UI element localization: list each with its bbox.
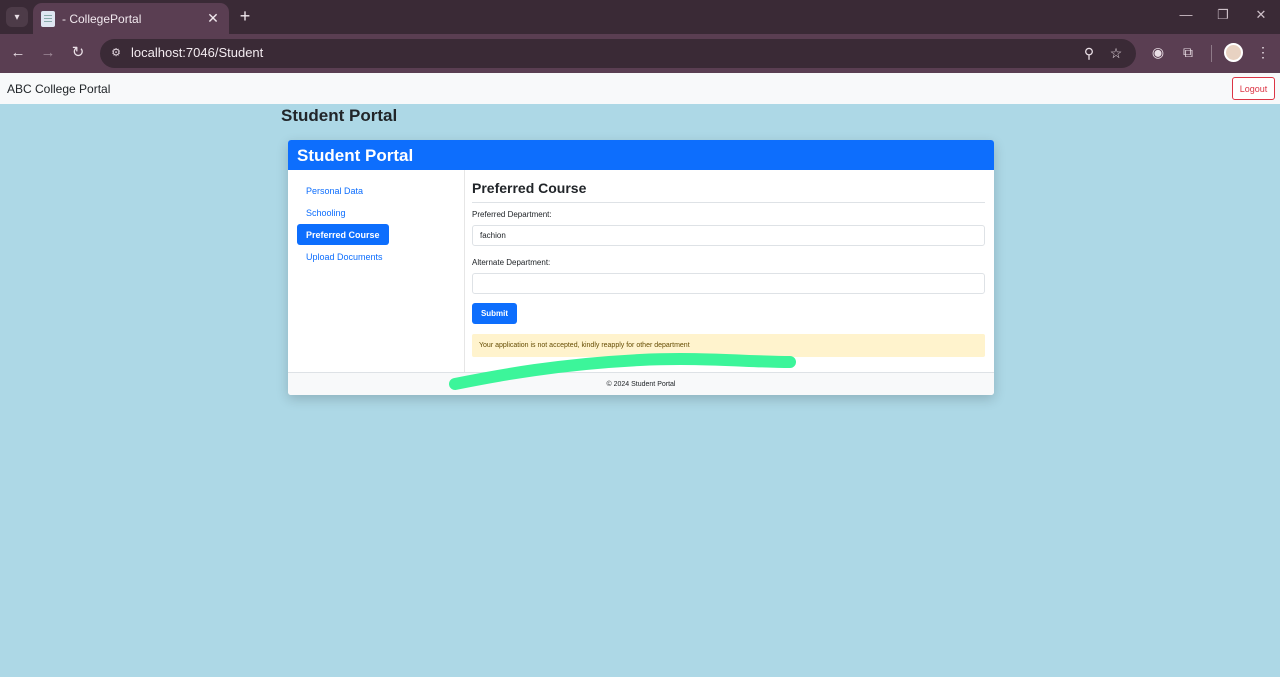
brand-link[interactable]: ABC College Portal: [7, 82, 110, 96]
browser-tab-bar: ▾ - CollegePortal ✕ + — ❐ ✕: [0, 0, 1280, 34]
tab-title: - CollegePortal: [62, 11, 142, 26]
extension-icon[interactable]: ◉: [1148, 44, 1168, 61]
site-info-icon[interactable]: ⚙: [109, 46, 123, 60]
preferred-department-input[interactable]: fachion: [472, 225, 985, 246]
toolbar-divider: [1211, 45, 1212, 62]
warning-alert: Your application is not accepted, kindly…: [472, 334, 985, 357]
alternate-department-input[interactable]: [472, 273, 985, 294]
forward-icon[interactable]: →: [38, 43, 58, 63]
browser-tab[interactable]: - CollegePortal ✕: [33, 3, 229, 34]
minimize-icon[interactable]: —: [1177, 7, 1195, 22]
section-divider: [472, 202, 985, 203]
submit-button[interactable]: Submit: [472, 303, 517, 324]
avatar[interactable]: [1224, 43, 1243, 62]
url-text[interactable]: localhost:7046/Student: [131, 45, 263, 60]
plus-icon[interactable]: +: [235, 6, 255, 27]
card-header: Student Portal: [288, 140, 994, 170]
back-icon[interactable]: ←: [8, 43, 28, 63]
zoom-icon[interactable]: ⚲: [1080, 45, 1098, 62]
browser-toolbar: ← → ↻ ⚙ localhost:7046/Student ⚲ ☆ ◉ ⧉ ⋮: [0, 34, 1280, 73]
section-title: Preferred Course: [472, 180, 587, 196]
course-form: Preferred Course Preferred Department: f…: [472, 170, 985, 372]
app-navbar: ABC College Portal Logout: [0, 73, 1280, 104]
sidebar-item-preferred-course[interactable]: Preferred Course: [297, 224, 389, 245]
puzzle-icon[interactable]: ⧉: [1178, 44, 1198, 61]
portal-card: Student Portal Personal Data Schooling P…: [288, 140, 994, 395]
tab-list-icon[interactable]: ▾: [6, 7, 28, 27]
alternate-department-label: Alternate Department:: [472, 258, 551, 267]
close-window-icon[interactable]: ✕: [1252, 7, 1270, 23]
sidebar: Personal Data Schooling Preferred Course…: [288, 170, 465, 372]
restore-icon[interactable]: ❐: [1214, 7, 1232, 23]
reload-icon[interactable]: ↻: [68, 43, 88, 63]
card-footer: © 2024 Student Portal: [288, 372, 994, 395]
logout-button[interactable]: Logout: [1232, 77, 1275, 100]
page-title: Student Portal: [281, 106, 398, 125]
sidebar-item-upload-documents[interactable]: Upload Documents: [297, 246, 392, 267]
more-icon[interactable]: ⋮: [1253, 44, 1273, 61]
sidebar-item-personal-data[interactable]: Personal Data: [297, 180, 372, 201]
sidebar-item-schooling[interactable]: Schooling: [297, 202, 355, 223]
page-icon: [41, 10, 55, 27]
star-icon[interactable]: ☆: [1107, 45, 1125, 62]
close-icon[interactable]: ✕: [205, 10, 221, 27]
preferred-department-label: Preferred Department:: [472, 210, 552, 219]
address-bar[interactable]: ⚙ localhost:7046/Student ⚲ ☆: [100, 39, 1136, 68]
